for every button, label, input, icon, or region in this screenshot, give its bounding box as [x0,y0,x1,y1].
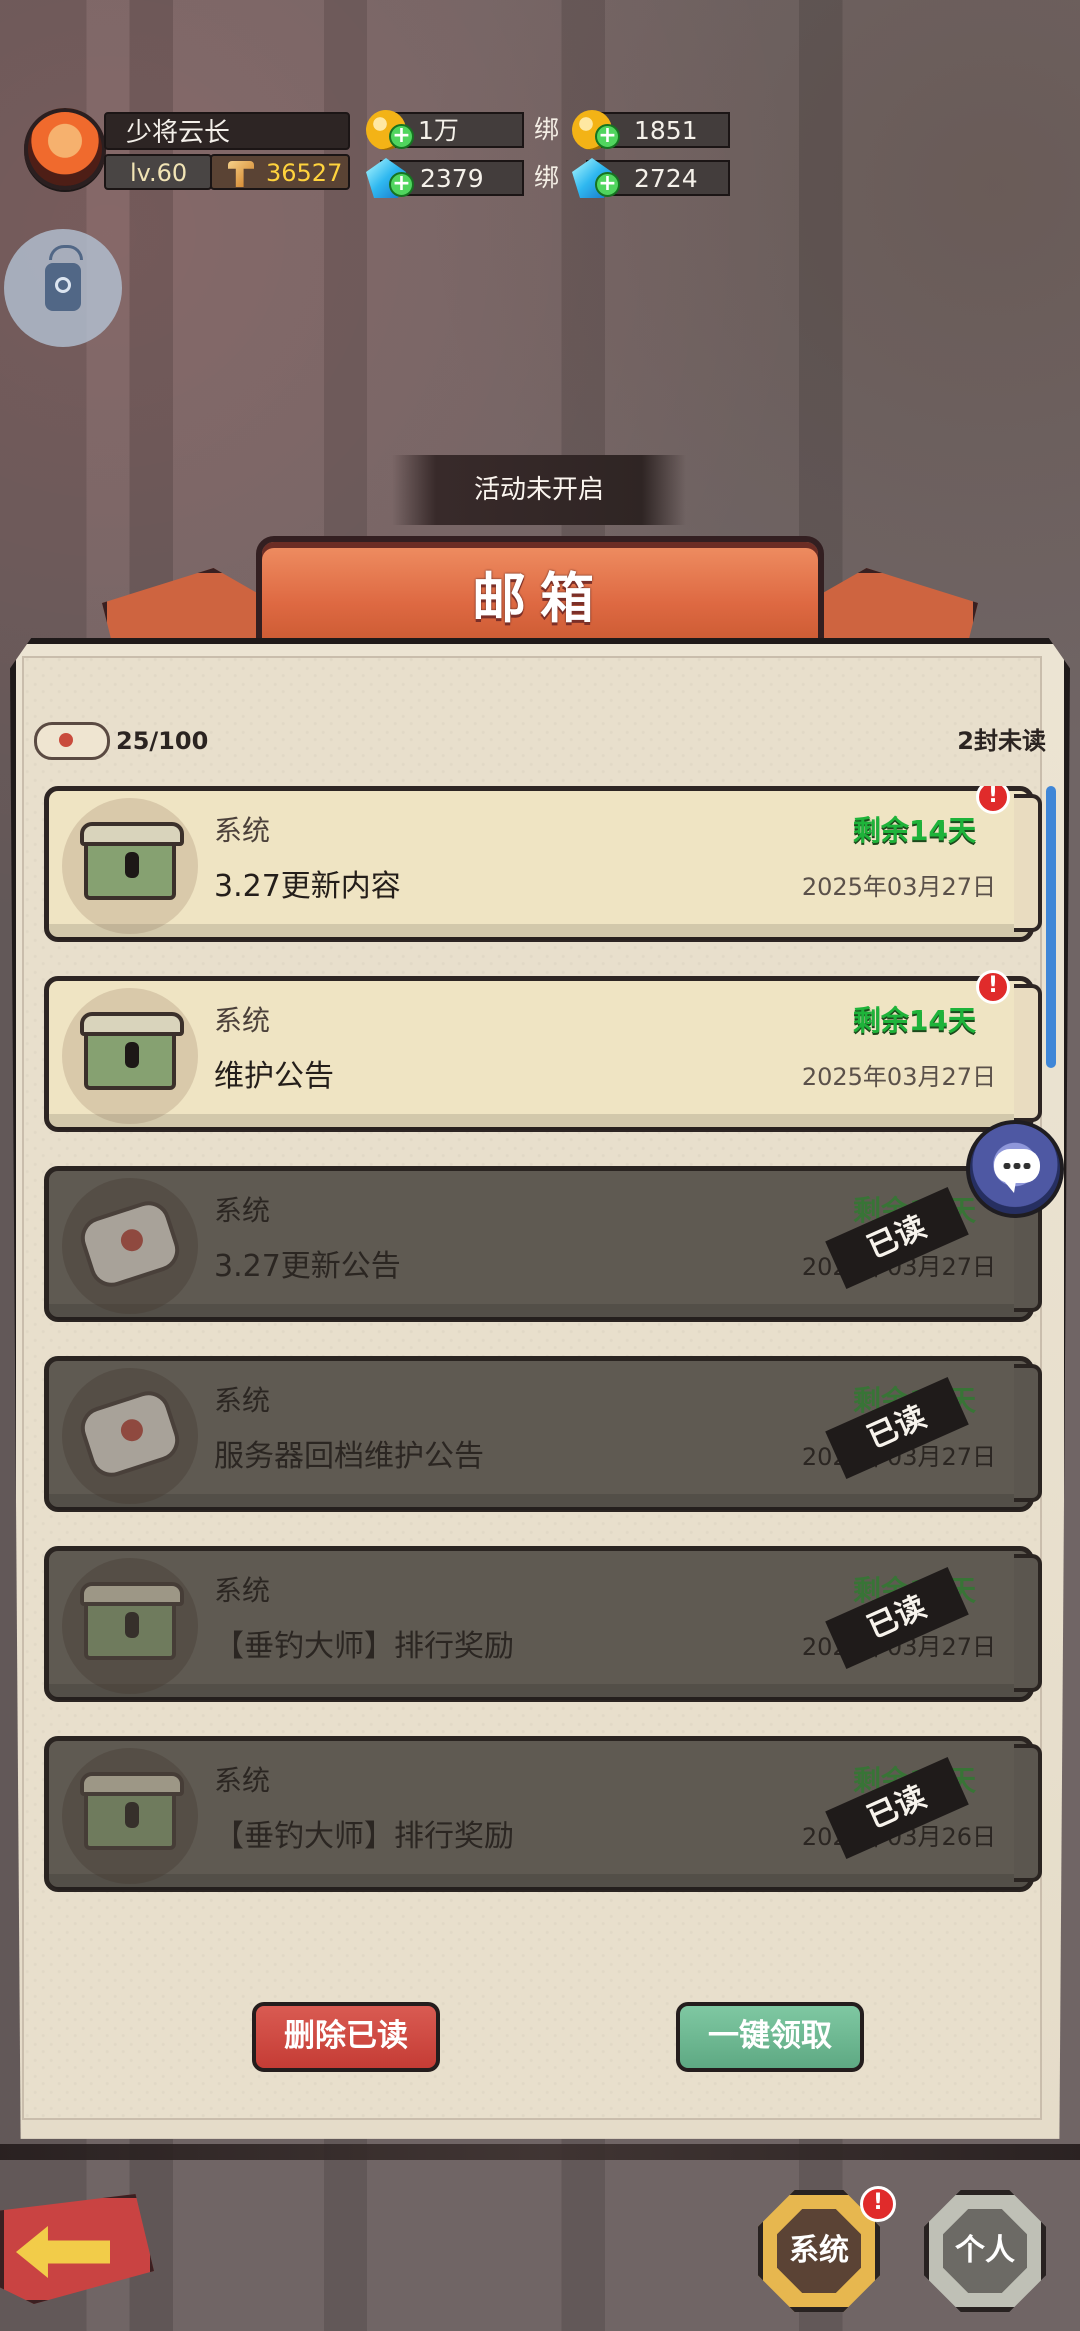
player-avatar[interactable] [24,108,106,190]
mail-icon-wrap [62,988,198,1124]
mail-subject: 服务器回档维护公告 [214,1439,484,1474]
mailbox-counts: 25/100 2封未读 [34,720,1046,762]
collect-all-button[interactable]: 一键领取 [676,2002,864,2072]
unread-count: 2封未读 [957,727,1046,755]
mail-sender: 系统 [214,1384,271,1417]
activity-notice-text: 活动未开启 [473,475,604,505]
mail-item[interactable]: 系统 服务器回档维护公告 剩余14天 2025年03月27日 已读 [44,1356,1042,1512]
activity-notice: 活动未开启 [392,455,686,525]
mail-icon-wrap [62,1178,198,1314]
mail-remaining: 剩余14天 [853,1004,976,1037]
mail-subject: 3.27更新内容 [214,869,401,904]
bound-gem-resource[interactable]: + 2724 [572,158,730,198]
chest-icon [80,1012,184,1090]
power-icon [228,161,254,187]
mail-item[interactable]: 系统 维护公告 剩余14天 2025年03月27日 ! [44,970,1042,1132]
mail-subject: 维护公告 [214,1059,334,1094]
mail-item[interactable]: 系统 【垂钓大师】排行奖励 剩余14天 2025年03月27日 已读 [44,1546,1042,1702]
mail-item[interactable]: 系统 【垂钓大师】排行奖励 剩余13天 2025年03月26日 已读 [44,1736,1042,1892]
bound-gem-amount: 2724 [634,164,698,193]
mail-subject: 【垂钓大师】排行奖励 [214,1819,514,1854]
mail-icon-wrap [62,1368,198,1504]
mail-sender: 系统 [214,1004,271,1037]
bound-gold-plus-icon[interactable]: + [595,124,620,149]
device-beacon[interactable] [4,229,122,347]
scroll-icon [75,1195,185,1293]
mail-icon-wrap [62,1558,198,1694]
player-name: 少将云长 [126,118,231,148]
mail-sender: 系统 [214,814,271,847]
mail-sender: 系统 [214,1764,271,1797]
chest-icon [80,1582,184,1660]
tab-system-alert-icon: ! [860,2186,896,2222]
mail-item[interactable]: 系统 3.27更新内容 剩余14天 2025年03月27日 ! [44,786,1042,942]
mail-fold [1014,1554,1042,1692]
bound-gold-resource[interactable]: + 1851 [572,110,730,150]
mail-fold [1014,1364,1042,1502]
bound-gem-label: 绑 [534,163,560,192]
mail-icon-wrap [62,798,198,934]
mail-subject: 3.27更新公告 [214,1249,401,1284]
alert-icon: ! [976,970,1010,1004]
mail-icon-wrap [62,1748,198,1884]
player-level-box: lv.60 [104,154,212,190]
mail-list[interactable]: 系统 3.27更新内容 剩余14天 2025年03月27日 ! 系统 维护公告 … [36,786,1044,1932]
device-icon [45,263,81,311]
mail-date: 2025年03月27日 [801,873,996,901]
collect-all-label: 一键领取 [708,2018,832,2054]
tab-personal-label: 个人 [943,2209,1027,2293]
chest-icon [80,822,184,900]
chat-button[interactable] [966,1120,1064,1218]
player-level: lv.60 [130,159,188,187]
delete-read-button[interactable]: 删除已读 [252,2002,440,2072]
player-topbar: 少将云长 lv.60 36527 + 1万 绑 + 1851 + 2379 绑 … [24,108,744,200]
tab-personal[interactable]: 个人 [924,2190,1046,2312]
mail-scrollbar[interactable] [1046,786,1056,1068]
mail-item[interactable]: 系统 3.27更新公告 剩余14天 2025年03月27日 已读 [44,1166,1042,1322]
chest-icon [80,1772,184,1850]
bound-gold-amount: 1851 [634,116,698,145]
delete-read-label: 删除已读 [284,2018,408,2054]
mail-scroll-icon [34,722,110,760]
gold-resource[interactable]: + 1万 [366,110,524,150]
mail-subject: 【垂钓大师】排行奖励 [214,1629,514,1664]
gem-resource[interactable]: + 2379 [366,158,524,198]
bound-gem-plus-icon[interactable]: + [595,172,620,197]
gem-plus-icon[interactable]: + [389,172,414,197]
mail-fold [1014,1744,1042,1882]
bound-gold-label: 绑 [534,115,560,144]
mail-sender: 系统 [214,1194,271,1227]
mail-fold [1014,984,1042,1122]
gem-amount: 2379 [420,164,484,193]
mail-fold [1014,794,1042,932]
back-arrow-icon [16,2226,110,2278]
mail-count: 25/100 [116,727,209,755]
chat-dots-icon [1002,1163,1032,1169]
player-power: 36527 [266,159,343,187]
player-name-box: 少将云长 [104,112,350,150]
gold-plus-icon[interactable]: + [389,124,414,149]
player-power-box: 36527 [210,154,350,190]
wifi-icon [49,245,83,260]
bottom-divider [0,2144,1080,2160]
tab-system-label: 系统 [777,2209,861,2293]
mail-remaining: 剩余14天 [853,814,976,847]
gold-amount: 1万 [418,116,459,145]
mail-date: 2025年03月27日 [801,1063,996,1091]
mail-sender: 系统 [214,1574,271,1607]
scroll-icon [75,1385,185,1483]
